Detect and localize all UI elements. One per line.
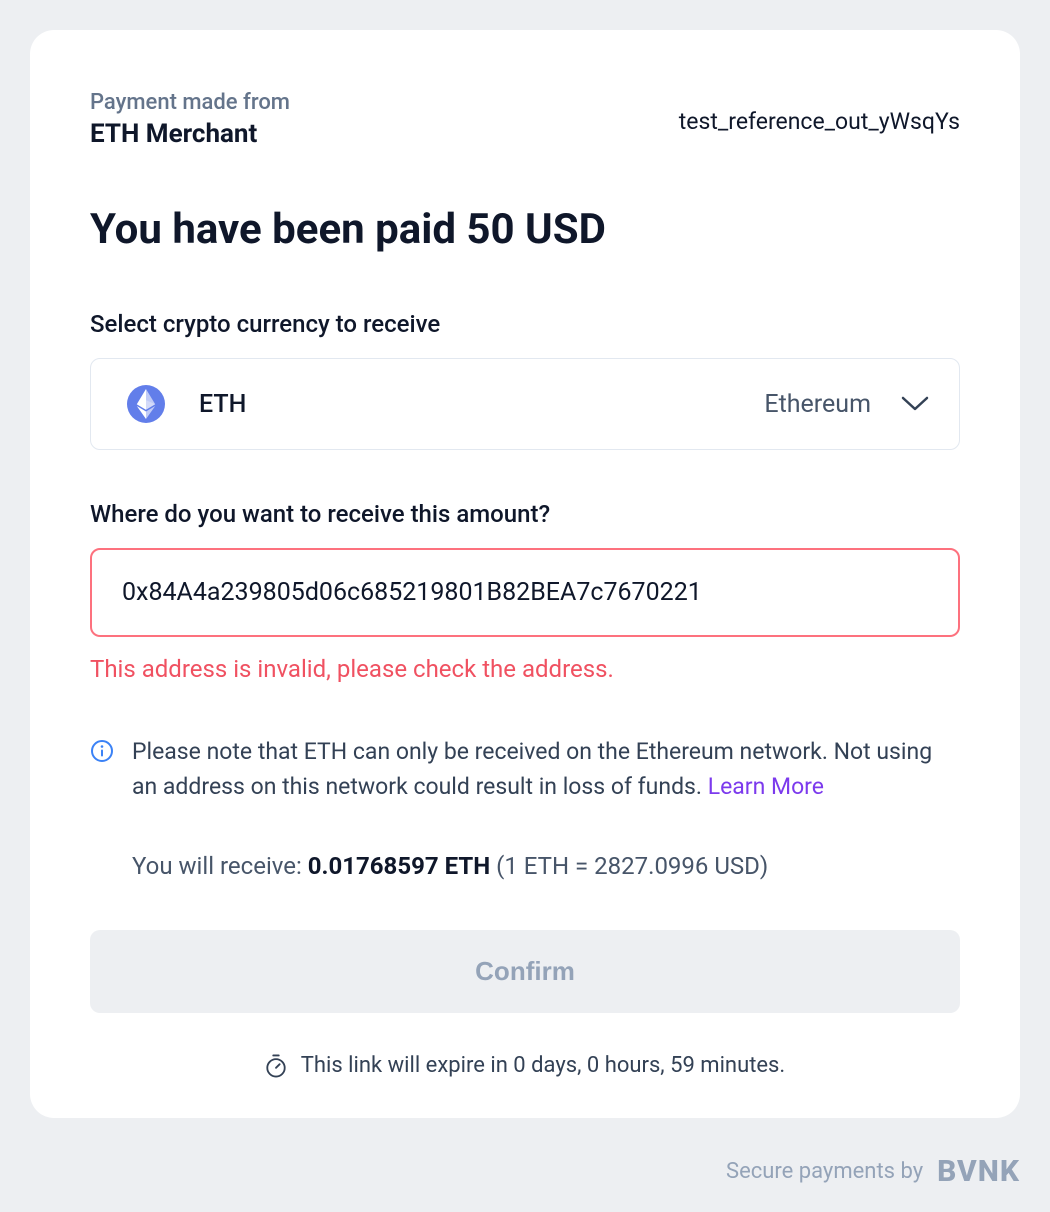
reference-id: test_reference_out_yWsqYs [679,108,960,135]
currency-code: ETH [199,390,764,419]
info-text-block: Please note that ETH can only be receive… [132,735,960,804]
currency-select-label: Select crypto currency to receive [90,310,960,338]
info-row: Please note that ETH can only be receive… [90,735,960,804]
payment-card: Payment made from ETH Merchant test_refe… [30,30,1020,1118]
address-label: Where do you want to receive this amount… [90,500,960,528]
payment-from-block: Payment made from ETH Merchant [90,90,290,149]
chevron-down-icon [901,396,929,412]
timer-icon [265,1054,287,1078]
receive-label: You will receive: [132,852,308,880]
expire-text: This link will expire in 0 days, 0 hours… [301,1053,785,1078]
address-error: This address is invalid, please check th… [90,655,960,683]
info-icon [90,739,114,763]
secure-payments-label: Secure payments by [726,1159,923,1184]
page-title: You have been paid 50 USD [90,205,960,254]
payment-from-label: Payment made from [90,90,290,115]
confirm-button[interactable]: Confirm [90,930,960,1013]
footer: Secure payments by BVNK [30,1154,1020,1189]
card-header: Payment made from ETH Merchant test_refe… [90,90,960,149]
currency-select[interactable]: ETH Ethereum [90,358,960,450]
currency-name: Ethereum [764,390,871,419]
merchant-name: ETH Merchant [90,119,290,149]
ethereum-icon [127,385,165,423]
bvnk-logo: BVNK [937,1154,1020,1189]
expire-row: This link will expire in 0 days, 0 hours… [90,1053,960,1078]
learn-more-link[interactable]: Learn More [708,773,824,800]
address-input[interactable] [90,548,960,637]
receive-row: You will receive: 0.01768597 ETH (1 ETH … [132,852,960,880]
receive-amount: 0.01768597 ETH [308,852,490,880]
receive-rate: (1 ETH = 2827.0996 USD) [490,852,768,880]
